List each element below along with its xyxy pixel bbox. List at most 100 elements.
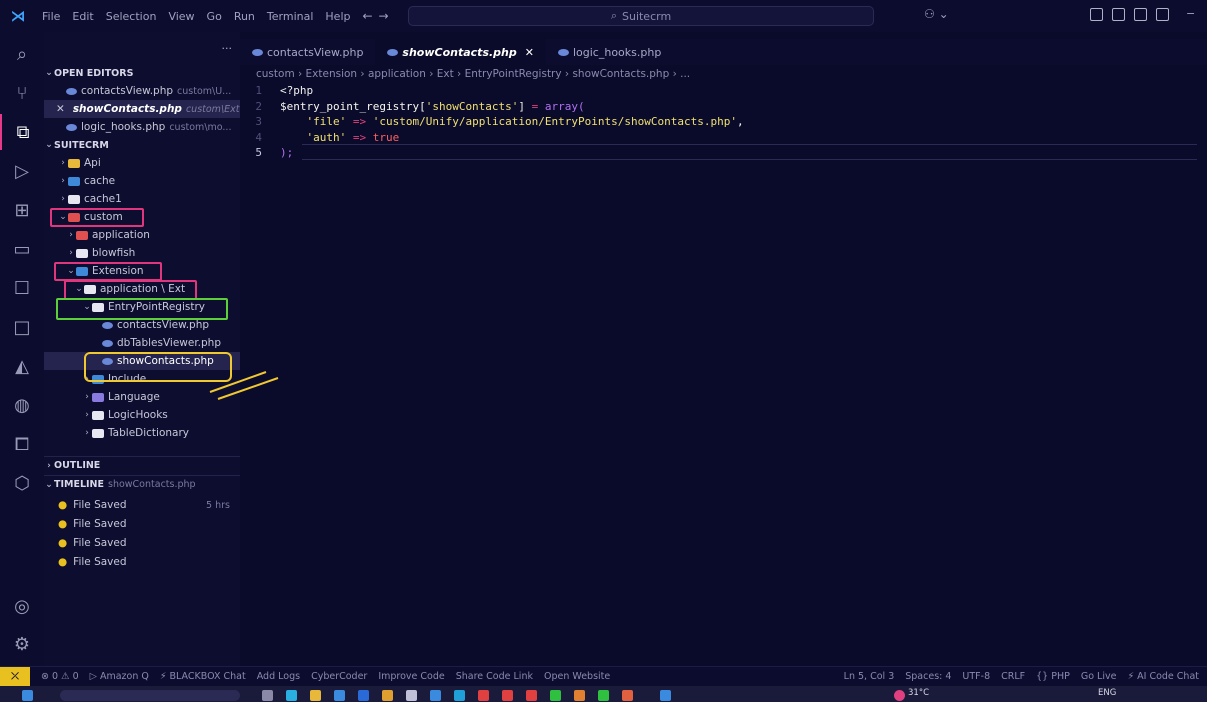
- database-icon[interactable]: ◍: [0, 387, 44, 423]
- menu-edit[interactable]: Edit: [66, 10, 99, 23]
- minimize-icon[interactable]: −: [1186, 7, 1195, 20]
- open-editor-item[interactable]: contactsView.php custom\U...: [44, 82, 240, 100]
- taskbar-app-icon[interactable]: [598, 690, 609, 701]
- language-mode[interactable]: {} PHP: [1036, 671, 1070, 682]
- toggle-panel-icon[interactable]: [1134, 8, 1147, 21]
- taskbar-app-icon[interactable]: [454, 690, 465, 701]
- indentation[interactable]: Spaces: 4: [905, 671, 951, 682]
- remote-icon[interactable]: ⤫: [0, 666, 30, 687]
- open-editor-item[interactable]: logic_hooks.php custom\mo...: [44, 118, 240, 136]
- tree-folder-tabledictionary[interactable]: › TableDictionary: [44, 424, 240, 442]
- menu-run[interactable]: Run: [228, 10, 261, 23]
- tree-folder-cache1[interactable]: › cache1: [44, 190, 240, 208]
- menu-terminal[interactable]: Terminal: [261, 10, 320, 23]
- outline-header[interactable]: › OUTLINE: [44, 456, 240, 474]
- open-editors-header[interactable]: ⌄ OPEN EDITORS: [44, 64, 240, 82]
- tree-folder-api[interactable]: › Api: [44, 154, 240, 172]
- back-arrow-icon[interactable]: ←: [362, 9, 378, 23]
- taskbar-search-box[interactable]: [60, 690, 240, 701]
- line-ending[interactable]: CRLF: [1001, 671, 1025, 682]
- menu-file[interactable]: File: [36, 10, 66, 23]
- tab-logichooks[interactable]: logic_hooks.php: [546, 39, 673, 65]
- taskbar-app-icon[interactable]: [430, 690, 441, 701]
- project-header[interactable]: ⌄ SUITECRM: [44, 136, 240, 154]
- tree-file-contactsview[interactable]: contactsView.php: [44, 316, 240, 334]
- explorer-icon[interactable]: ⧉: [0, 114, 44, 150]
- tree-folder-logichooks[interactable]: › LogicHooks: [44, 406, 240, 424]
- tree-folder-extension[interactable]: ⌄ Extension: [44, 262, 240, 280]
- gitlens-icon[interactable]: ⬡: [0, 465, 44, 501]
- tab-contactsview[interactable]: contactsView.php: [240, 39, 375, 65]
- tree-file-dbtablesviewer[interactable]: dbTablesViewer.php: [44, 334, 240, 352]
- menu-selection[interactable]: Selection: [100, 10, 163, 23]
- timeline-item[interactable]: ● File Saved: [44, 515, 240, 533]
- more-actions-icon[interactable]: ···: [222, 42, 233, 55]
- search-view-icon[interactable]: ⌕: [0, 36, 44, 72]
- timeline-header[interactable]: ⌄ TIMELINE showContacts.php: [44, 475, 240, 493]
- tree-folder-application-ext[interactable]: ⌄ application \ Ext: [44, 280, 240, 298]
- forward-arrow-icon[interactable]: →: [379, 9, 395, 23]
- status-blackbox-chat[interactable]: ⚡ BLACKBOX Chat: [160, 671, 246, 682]
- vscode-taskbar-icon[interactable]: [660, 690, 671, 701]
- extensions-icon[interactable]: ⊞: [0, 192, 44, 228]
- account-icon[interactable]: ◎: [0, 588, 44, 624]
- settings-gear-icon[interactable]: ⚙: [0, 626, 44, 662]
- menu-view[interactable]: View: [162, 10, 200, 23]
- panel-icon[interactable]: □: [0, 309, 44, 345]
- run-debug-icon[interactable]: ▷: [0, 153, 44, 189]
- timeline-item[interactable]: ● File Saved: [44, 534, 240, 552]
- close-tab-icon[interactable]: ✕: [525, 46, 534, 59]
- status-add-logs[interactable]: Add Logs: [257, 671, 300, 682]
- windows-start-icon[interactable]: [22, 690, 33, 701]
- ai-code-chat[interactable]: ⚡ AI Code Chat: [1127, 671, 1199, 682]
- status-share-code-link[interactable]: Share Code Link: [456, 671, 533, 682]
- graph-icon[interactable]: ⧠: [0, 426, 44, 462]
- cursor-position[interactable]: Ln 5, Col 3: [844, 671, 895, 682]
- go-live[interactable]: Go Live: [1081, 671, 1117, 682]
- taskbar-app-icon[interactable]: [550, 690, 561, 701]
- taskbar-app-icon[interactable]: [334, 690, 345, 701]
- tab-showcontacts[interactable]: showContacts.php ✕: [375, 39, 546, 65]
- language-indicator[interactable]: ENG: [1098, 688, 1116, 698]
- taskbar-app-icon[interactable]: [574, 690, 585, 701]
- encoding[interactable]: UTF-8: [962, 671, 990, 682]
- taskbar-app-icon[interactable]: [478, 690, 489, 701]
- timeline-item[interactable]: ● File Saved: [44, 553, 240, 571]
- task-view-icon[interactable]: [262, 690, 273, 701]
- tree-folder-custom[interactable]: ⌄ custom: [44, 208, 240, 226]
- edge-browser-icon[interactable]: [286, 690, 297, 701]
- toggle-sidebar-icon[interactable]: [1112, 8, 1125, 21]
- status-amazon-q[interactable]: ▷ Amazon Q: [90, 671, 149, 682]
- close-icon[interactable]: ✕: [56, 103, 65, 115]
- tree-folder-entrypointregistry[interactable]: ⌄ EntryPointRegistry: [44, 298, 240, 316]
- tree-folder-cache[interactable]: › cache: [44, 172, 240, 190]
- taskbar-app-icon[interactable]: [406, 690, 417, 701]
- taskbar-app-icon[interactable]: [622, 690, 633, 701]
- taskbar-app-icon[interactable]: [382, 690, 393, 701]
- status-cybercoder[interactable]: CyberCoder: [311, 671, 367, 682]
- status-improve-code[interactable]: Improve Code: [378, 671, 444, 682]
- copilot-icon[interactable]: ⚇ ⌄: [924, 7, 949, 21]
- taskbar-app-icon[interactable]: [358, 690, 369, 701]
- customize-layout-icon[interactable]: [1090, 8, 1103, 21]
- nav-arrows[interactable]: ←→: [362, 9, 394, 23]
- open-editor-item-active[interactable]: ✕showContacts.phpcustom\Ext...: [44, 100, 240, 118]
- command-center-search[interactable]: ⌕ Suitecrm: [408, 6, 874, 26]
- file-explorer-icon[interactable]: [310, 690, 321, 701]
- remote-explorer-icon[interactable]: ▭: [0, 231, 44, 267]
- menu-help[interactable]: Help: [319, 10, 356, 23]
- breadcrumb[interactable]: custom › Extension › application › Ext ›…: [256, 68, 690, 80]
- toggle-secondary-sidebar-icon[interactable]: [1156, 8, 1169, 21]
- tree-folder-application[interactable]: › application: [44, 226, 240, 244]
- tree-folder-blowfish[interactable]: › blowfish: [44, 244, 240, 262]
- amazon-q-icon[interactable]: ◭: [0, 348, 44, 384]
- source-control-icon[interactable]: ⑂: [0, 75, 44, 111]
- code-editor[interactable]: 1 <?php 2 $entry_point_registry['showConta…: [240, 84, 1207, 162]
- taskbar-app-icon[interactable]: [526, 690, 537, 701]
- status-open-website[interactable]: Open Website: [544, 671, 610, 682]
- chat-icon[interactable]: ☐: [0, 270, 44, 306]
- timeline-item[interactable]: ● File Saved 5 hrs: [44, 496, 240, 514]
- taskbar-app-icon[interactable]: [502, 690, 513, 701]
- weather-temperature[interactable]: 31°C: [908, 688, 929, 698]
- menu-go[interactable]: Go: [201, 10, 228, 23]
